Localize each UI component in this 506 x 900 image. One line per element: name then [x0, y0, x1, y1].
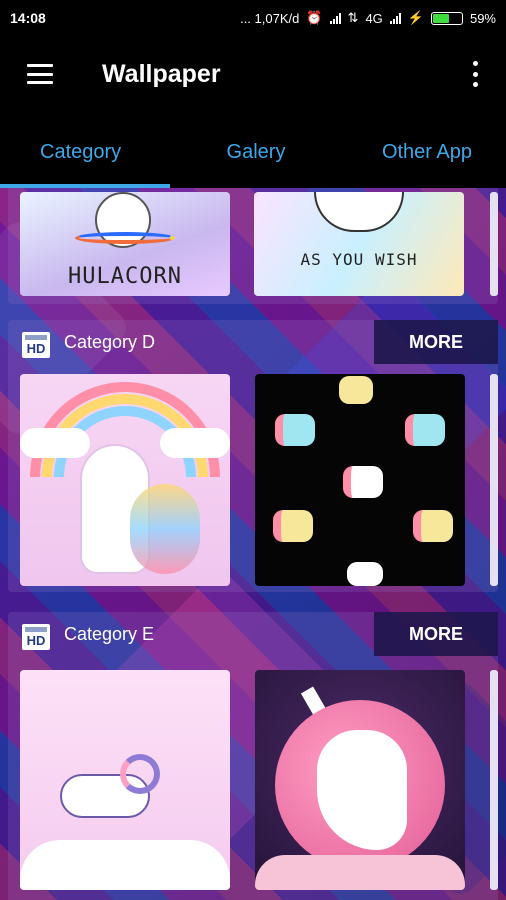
thumb-caption: HULACORN — [68, 264, 182, 289]
wallpaper-thumb-rainbow-unicorn[interactable] — [20, 374, 230, 586]
data-transfer-icon: ⇅ — [347, 10, 359, 25]
next-thumb-edge[interactable] — [490, 192, 498, 296]
app-bar: Wallpaper — [0, 36, 506, 116]
cat-face — [314, 192, 404, 232]
tab-other-app[interactable]: Other App — [328, 116, 506, 188]
battery-percent: 59% — [469, 10, 496, 26]
network-type: 4G — [365, 10, 383, 26]
unicorn-mane — [120, 754, 160, 794]
battery-level — [432, 13, 450, 23]
category-section-d: HD Category D MORE — [8, 320, 498, 592]
status-bar: 14:08 ... 1,07K/d ⏰ ⇅ 4G ⚡ 59% — [0, 0, 506, 36]
hd-badge-icon: HD — [22, 332, 50, 358]
status-time: 14:08 — [10, 10, 46, 26]
tab-galery[interactable]: Galery — [184, 116, 328, 188]
more-button[interactable]: MORE — [374, 612, 498, 656]
data-rate: ... 1,07K/d — [240, 10, 300, 26]
overflow-menu-icon[interactable] — [470, 61, 480, 87]
wallpaper-thumb-as-you-wish[interactable]: AS YOU WISH — [254, 192, 464, 296]
signal-icon — [329, 12, 341, 24]
unicorn-sticker — [343, 466, 383, 498]
category-list[interactable]: HULACORN AS YOU WISH HD Category D MORE — [0, 188, 506, 900]
next-thumb-edge[interactable] — [490, 670, 498, 890]
next-thumb-edge[interactable] — [490, 374, 498, 586]
unicorn-sticker — [347, 562, 383, 586]
tab-category[interactable]: Category — [0, 116, 184, 188]
app-title: Wallpaper — [102, 60, 221, 88]
unicorn-sticker — [339, 376, 373, 404]
unicorn-mane — [130, 484, 200, 574]
unicorn-sticker — [275, 414, 315, 446]
alarm-icon: ⏰ — [306, 10, 323, 25]
more-button[interactable]: MORE — [374, 320, 498, 364]
category-section-previous: HULACORN AS YOU WISH — [8, 188, 498, 304]
section-header: HD Category D MORE — [8, 320, 498, 364]
unicorn-sticker — [405, 414, 445, 446]
section-title: Category D — [64, 332, 156, 352]
status-indicators: ... 1,07K/d ⏰ ⇅ 4G ⚡ 59% — [240, 10, 496, 26]
section-header: HD Category E MORE — [8, 612, 498, 656]
cloud — [20, 428, 90, 458]
wallpaper-app-screen: 14:08 ... 1,07K/d ⏰ ⇅ 4G ⚡ 59% Wallpaper… — [0, 0, 506, 900]
cloud — [160, 428, 230, 458]
section-title: Category E — [64, 624, 155, 644]
category-section-e: HD Category E MORE — [8, 612, 498, 900]
hd-badge-icon: HD — [22, 624, 50, 650]
wallpaper-thumb-unicorn-head[interactable] — [255, 670, 465, 890]
unicorn-sticker — [273, 510, 313, 542]
unicorn-sticker — [413, 510, 453, 542]
thumb-caption: AS YOU WISH — [300, 250, 418, 269]
wallpaper-thumb-hulacorn[interactable]: HULACORN — [20, 192, 230, 296]
charging-icon: ⚡ — [407, 10, 424, 25]
cloud — [20, 840, 230, 890]
tab-bar: Category Galery Other App — [0, 116, 506, 188]
wallpaper-thumb-unicorn-pattern[interactable] — [255, 374, 465, 586]
hamburger-menu-icon[interactable] — [27, 64, 53, 84]
battery-icon — [430, 11, 463, 25]
cloud — [255, 855, 465, 890]
hula-hoop — [75, 232, 175, 244]
wallpaper-thumb-flying-unicorn[interactable] — [20, 670, 230, 890]
signal-2-icon — [389, 12, 401, 24]
